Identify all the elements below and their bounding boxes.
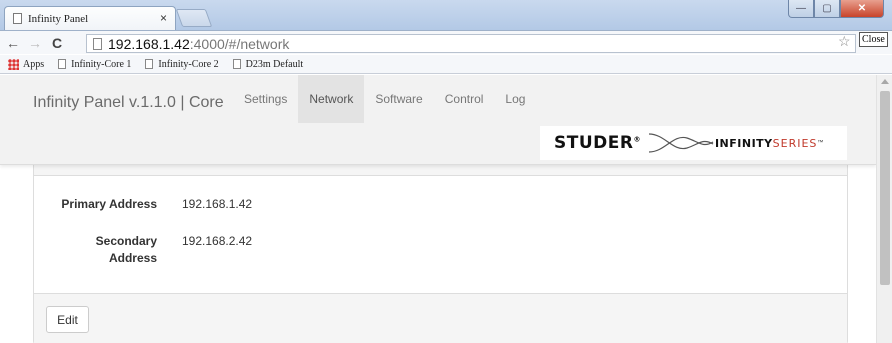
nav-menu: Settings Network Software Control Log	[233, 75, 536, 123]
infinity-wave-icon	[648, 133, 714, 153]
edit-button[interactable]: Edit	[46, 306, 89, 333]
nav-settings[interactable]: Settings	[233, 75, 298, 123]
secondary-address-label: Secondary Address	[95, 234, 157, 265]
scrollbar-thumb[interactable]	[880, 91, 890, 285]
window-titlebar: Infinity Panel × — ▢ ✕	[0, 0, 892, 30]
back-arrow-icon[interactable]: ←	[4, 35, 22, 51]
primary-address-label: Primary Address	[61, 197, 157, 211]
bookmark-apps[interactable]: Apps	[8, 58, 45, 70]
browser-toolbar: ← → C 192.168.1.42 :4000/#/network	[0, 30, 892, 54]
page-viewport: Infinity Panel v.1.1.0 | Core Settings N…	[0, 75, 876, 343]
window-close-button[interactable]: ✕	[840, 0, 884, 18]
page-icon	[58, 59, 67, 69]
window-controls: — ▢ ✕	[788, 0, 884, 18]
nav-software[interactable]: Software	[364, 75, 433, 123]
studer-infinity-logo: STUDER® INFINITY SERIES ™	[540, 126, 847, 160]
panel-footer: Edit	[34, 293, 847, 343]
url-path: :4000/#/network	[189, 35, 290, 52]
page-icon	[232, 59, 241, 69]
primary-address-value: 192.168.1.42	[182, 197, 253, 211]
new-tab-button[interactable]	[175, 9, 213, 27]
app-navbar: Infinity Panel v.1.1.0 | Core Settings N…	[0, 75, 876, 165]
bookmark-label: Apps	[23, 58, 45, 70]
bookmark-d23m-default[interactable]: D23m Default	[232, 58, 304, 70]
apps-grid-icon	[8, 58, 19, 70]
nav-network[interactable]: Network	[298, 75, 365, 123]
bookmarks-bar: Apps Infinity-Core 1 Infinity-Core 2 D23…	[0, 55, 892, 74]
page-icon	[13, 13, 22, 24]
secondary-address-row: Secondary Address 192.168.2.42	[34, 233, 252, 267]
logo-trademark: ™	[817, 140, 824, 146]
nav-log[interactable]: Log	[494, 75, 536, 123]
reload-icon[interactable]: C	[48, 35, 66, 51]
bookmark-star-icon[interactable]: ☆	[838, 33, 851, 50]
forward-arrow-icon[interactable]: →	[26, 35, 44, 51]
minimize-button[interactable]: —	[788, 0, 814, 18]
logo-series-text: SERIES	[772, 136, 818, 150]
app-brand[interactable]: Infinity Panel v.1.1.0 | Core	[33, 94, 224, 112]
browser-tab[interactable]: Infinity Panel ×	[4, 6, 176, 30]
address-bar[interactable]: 192.168.1.42 :4000/#/network	[86, 34, 856, 53]
page-icon	[93, 37, 102, 50]
bookmark-infinity-core-1[interactable]: Infinity-Core 1	[58, 59, 131, 70]
bookmark-infinity-core-2[interactable]: Infinity-Core 2	[145, 58, 219, 70]
maximize-button[interactable]: ▢	[814, 0, 840, 18]
bookmark-label: D23m Default	[245, 58, 304, 70]
primary-address-row: Primary Address 192.168.1.42	[34, 196, 252, 213]
nav-control[interactable]: Control	[434, 75, 495, 123]
scroll-up-arrow-icon[interactable]	[881, 79, 889, 84]
tab-title: Infinity Panel	[28, 12, 89, 25]
close-tooltip: Close	[859, 32, 888, 47]
logo-infinity-text: INFINITY	[714, 136, 773, 150]
url-host: 192.168.1.42	[108, 35, 190, 52]
secondary-address-value: 192.168.2.42	[182, 234, 253, 248]
bookmark-label: Infinity-Core 2	[158, 58, 219, 70]
logo-studer-text: STUDER®	[554, 133, 641, 153]
bookmark-label: Infinity-Core 1	[71, 58, 132, 70]
tab-close-icon[interactable]: ×	[160, 11, 167, 25]
vertical-scrollbar[interactable]	[876, 75, 892, 343]
page-icon	[145, 59, 154, 69]
network-panel: Primary Address 192.168.1.42 Secondary A…	[33, 135, 848, 343]
